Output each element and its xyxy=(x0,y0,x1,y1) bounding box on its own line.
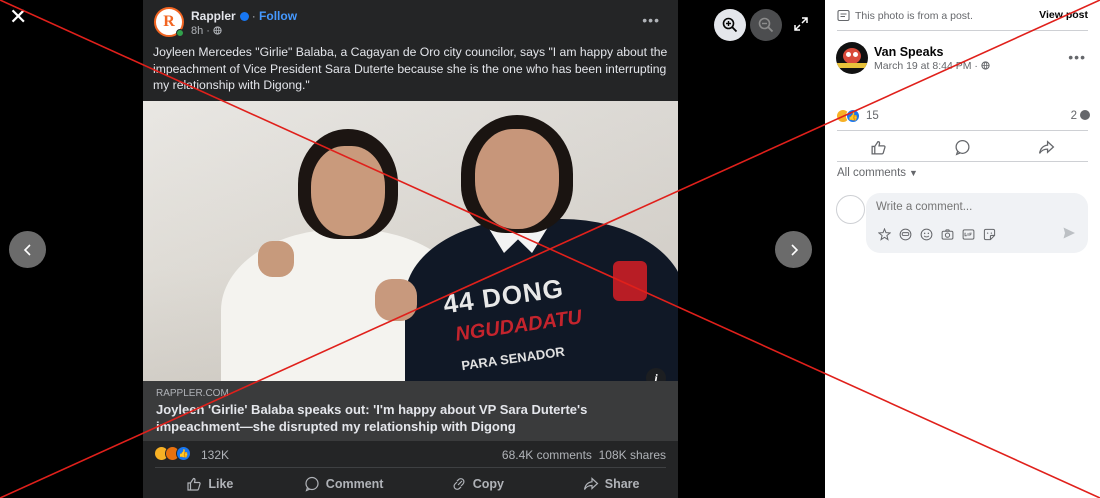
comments-shares: 68.4K comments 108K shares xyxy=(501,448,666,462)
sticker-icon[interactable] xyxy=(981,226,997,242)
shared-post-header: R Rappler · Follow 8h · ••• xyxy=(143,0,678,40)
reaction-count[interactable]: 15 xyxy=(866,110,879,122)
link-domain: RAPPLER.COM xyxy=(156,388,229,399)
current-user-avatar xyxy=(836,195,865,224)
like-reaction-icon: 👍 xyxy=(846,109,860,123)
comment-tools xyxy=(876,226,997,242)
globe-icon xyxy=(981,61,990,70)
more-options-button[interactable]: ••• xyxy=(1068,49,1086,65)
share-icon xyxy=(583,477,599,490)
more-options-icon: ••• xyxy=(642,12,660,28)
close-icon[interactable]: ✕ xyxy=(9,6,31,28)
zoom-out-button[interactable] xyxy=(750,9,782,41)
zoom-in-button[interactable] xyxy=(714,9,746,41)
copy-action: Copy xyxy=(411,470,545,498)
avatar-icon[interactable] xyxy=(897,226,913,242)
like-reaction-icon: 👍 xyxy=(176,446,191,461)
post-sidebar: This photo is from a post. View post Van… xyxy=(825,0,1100,498)
zoom-in-icon xyxy=(722,17,738,33)
verified-badge-icon xyxy=(239,12,249,21)
person-left xyxy=(311,146,385,236)
gif-icon[interactable] xyxy=(960,226,976,242)
comment-sort-dropdown[interactable]: All comments ▼ xyxy=(837,167,918,179)
thumbs-up-icon xyxy=(187,477,202,491)
author-name[interactable]: Van Speaks xyxy=(874,45,944,59)
photo-viewer: ✕ R Rappler · Follow 8h · ••• Joyleen Mer… xyxy=(0,0,825,498)
chevron-left-icon xyxy=(23,243,31,256)
post-timestamp[interactable]: March 19 at 8:44 PM · xyxy=(874,60,990,72)
camera-icon[interactable] xyxy=(939,226,955,242)
share-action: Share xyxy=(544,470,678,498)
emoji-icon[interactable] xyxy=(918,226,934,242)
post-photo: 44 DONG NGUDADATU PARA SENADOR xyxy=(143,101,678,381)
thumbs-up-icon xyxy=(871,140,886,155)
comment-input[interactable] xyxy=(876,201,1076,213)
link-title: Joyleen 'Girlie' Balaba speaks out: 'I'm… xyxy=(156,402,588,434)
share-icon xyxy=(1038,139,1055,154)
online-dot xyxy=(176,29,184,37)
previous-photo-button[interactable] xyxy=(9,231,46,268)
author-avatar[interactable] xyxy=(836,42,868,74)
globe-icon xyxy=(213,26,222,35)
link-icon xyxy=(453,478,465,490)
send-icon[interactable] xyxy=(1062,226,1078,242)
shared-post-actions: Like Comment Copy Share xyxy=(143,470,678,498)
expand-icon[interactable] xyxy=(793,16,809,32)
shared-post-stats: 👍 132K 68.4K comments 108K shares xyxy=(143,441,678,467)
comment-count[interactable]: 2 xyxy=(1071,110,1090,122)
comment-button[interactable] xyxy=(921,134,1005,160)
link-preview: RAPPLER.COM Joyleen 'Girlie' Balaba spea… xyxy=(143,381,678,441)
comment-composer[interactable] xyxy=(866,193,1088,253)
post-icon xyxy=(837,9,850,22)
follow-label: Follow xyxy=(259,9,298,23)
zoom-out-icon xyxy=(758,17,774,33)
page-name: Rappler · Follow xyxy=(191,9,298,23)
reaction-icons[interactable]: 👍 xyxy=(836,109,860,123)
person-right xyxy=(475,129,559,229)
comment-icon xyxy=(955,139,970,156)
next-photo-button[interactable] xyxy=(775,231,812,268)
avatar-sticker-icon[interactable] xyxy=(876,226,892,242)
comment-icon xyxy=(305,476,319,492)
reaction-icons: 👍 xyxy=(154,446,191,461)
shared-post-caption: Joyleen Mercedes "Girlie" Balaba, a Caga… xyxy=(153,45,668,92)
shared-post-image: R Rappler · Follow 8h · ••• Joyleen Merce… xyxy=(143,0,678,498)
comment-bubble-icon xyxy=(1080,110,1090,120)
like-action: Like xyxy=(143,470,277,498)
post-actions xyxy=(837,134,1088,160)
reaction-count: 132K xyxy=(201,448,230,462)
view-post-link[interactable]: View post xyxy=(1039,9,1088,21)
caret-down-icon: ▼ xyxy=(909,168,918,178)
comment-action: Comment xyxy=(277,470,411,498)
like-button[interactable] xyxy=(837,134,921,160)
chevron-right-icon xyxy=(790,243,798,256)
share-button[interactable] xyxy=(1004,134,1088,160)
post-time: 8h · xyxy=(191,25,222,37)
